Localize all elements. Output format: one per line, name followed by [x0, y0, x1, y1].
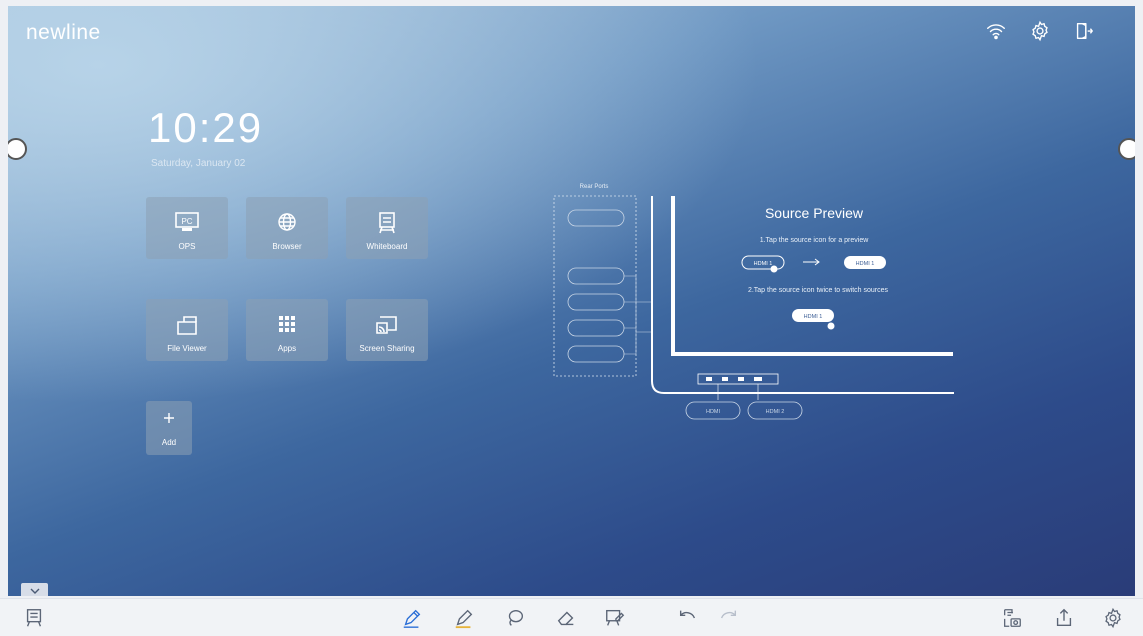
app-tile-ops[interactable]: PC OPS: [146, 197, 228, 259]
chevron-down-icon: [30, 588, 39, 594]
lasso-icon[interactable]: [503, 606, 527, 630]
screenshot-icon[interactable]: [1000, 606, 1024, 630]
whiteboard-icon: [379, 212, 395, 234]
preview-step-1: 1.Tap the source icon for a preview: [760, 237, 870, 244]
port-pill: [567, 319, 625, 337]
clock-time: 10:29: [148, 104, 264, 151]
app-tile-label: File Viewer: [167, 344, 207, 353]
clock-date: Saturday, January 02: [151, 158, 246, 169]
app-tile-screen-sharing[interactable]: Screen Sharing: [346, 299, 428, 361]
share-icon[interactable]: [1052, 606, 1076, 630]
app-tile-label: Screen Sharing: [359, 344, 415, 353]
port-pill: [567, 209, 625, 227]
globe-icon: [278, 213, 296, 231]
app-tile-label: Browser: [272, 242, 302, 251]
exit-icon[interactable]: [1073, 20, 1095, 47]
app-tile-apps[interactable]: Apps: [246, 299, 328, 361]
svg-text:PC: PC: [181, 217, 192, 226]
port-pill: [567, 345, 625, 363]
folder-icon: [177, 316, 197, 335]
collapse-toolbar-button[interactable]: [21, 583, 48, 596]
top-status-bar: [985, 20, 1095, 47]
port-pill: [567, 267, 625, 285]
plus-icon: [164, 413, 174, 423]
pc-icon: PC: [175, 212, 199, 231]
source-preview-guide: Rear Ports Source Preview 1.Tap the sour…: [553, 184, 954, 420]
app-tile-label: Whiteboard: [366, 242, 408, 251]
highlighter-icon[interactable]: [452, 606, 476, 630]
app-tile-browser[interactable]: Browser: [246, 197, 328, 259]
app-tile-label: OPS: [178, 242, 196, 251]
add-app-button[interactable]: Add: [146, 401, 192, 455]
cast-icon: [376, 316, 397, 334]
source-preview-title: Source Preview: [765, 205, 864, 221]
left-side-menu-handle[interactable]: [8, 138, 27, 160]
redo-icon[interactable]: [716, 606, 740, 630]
svg-text:HDMI 1: HDMI 1: [856, 261, 875, 267]
whiteboard-icon[interactable]: [22, 606, 46, 630]
app-tile-label: Apps: [277, 344, 297, 353]
bottom-toolbar: [0, 598, 1143, 636]
tap-hand-icon: [770, 265, 778, 273]
gear-icon[interactable]: [1101, 606, 1125, 630]
svg-text:HDMI 1: HDMI 1: [754, 261, 773, 267]
svg-text:HDMI 2: HDMI 2: [766, 409, 785, 415]
rear-ports-title: Rear Ports: [580, 184, 609, 190]
gear-icon[interactable]: [1029, 20, 1051, 47]
app-tile-label: Add: [161, 438, 177, 447]
right-side-menu-handle[interactable]: [1118, 138, 1135, 160]
wifi-icon[interactable]: [985, 20, 1007, 47]
home-screen: newline 10:29 Saturday, January 02 PC OP…: [8, 6, 1135, 596]
app-tile-whiteboard[interactable]: Whiteboard: [346, 197, 428, 259]
svg-text:HDMI 1: HDMI 1: [804, 314, 823, 320]
eraser-icon[interactable]: [554, 606, 578, 630]
port-pill: [567, 293, 625, 311]
tap-hand-icon: [827, 322, 835, 330]
undo-icon[interactable]: [676, 606, 700, 630]
pen-icon[interactable]: [400, 606, 424, 630]
app-tile-file-viewer[interactable]: File Viewer: [146, 299, 228, 361]
preview-step-2: 2.Tap the source icon twice to switch so…: [748, 287, 889, 294]
grid-icon: [279, 316, 295, 332]
rear-ports-box: [553, 195, 637, 377]
annotate-icon[interactable]: [603, 606, 627, 630]
svg-text:HDMI: HDMI: [706, 409, 721, 415]
brand-logo: newline: [26, 21, 101, 44]
